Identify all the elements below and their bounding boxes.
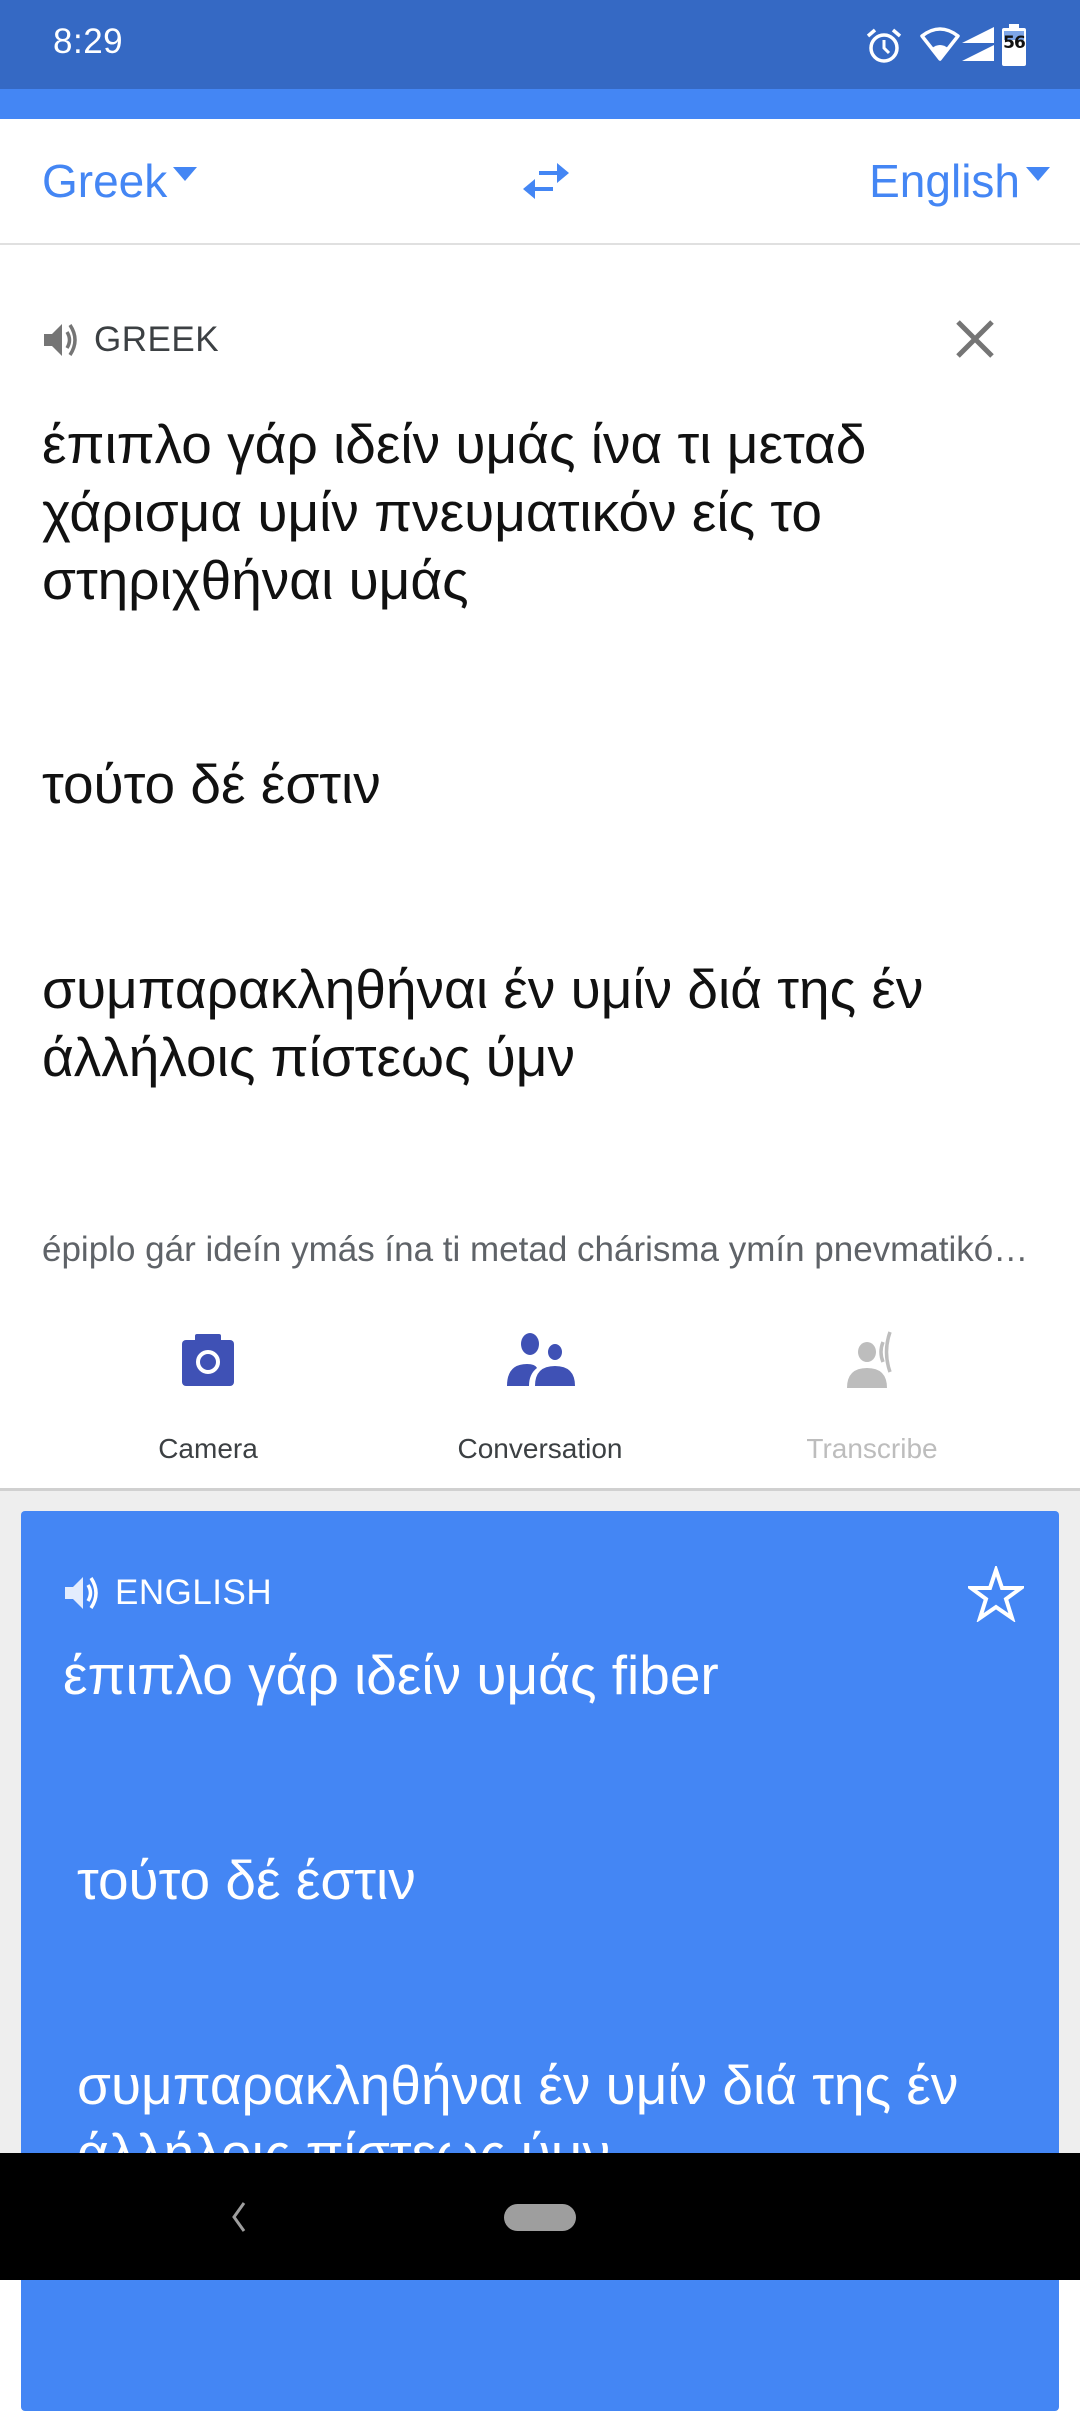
- translation-text-paragraph: τούτο δέ έστιν: [77, 1849, 416, 1911]
- source-text-paragraph[interactable]: έπιπλο γάρ ιδείν υμάς ίνα τι μεταδ χάρισ…: [42, 410, 1042, 614]
- speaker-icon[interactable]: [42, 320, 82, 360]
- home-pill[interactable]: [504, 2204, 576, 2231]
- back-icon[interactable]: [226, 2199, 250, 2235]
- language-bar: Greek English: [0, 119, 1080, 245]
- wifi-icon: [920, 27, 960, 61]
- navigation-bar: [0, 2153, 1080, 2280]
- conversation-icon: [507, 1333, 575, 1386]
- speaker-icon[interactable]: [63, 1573, 103, 1613]
- target-language-label: English: [869, 155, 1020, 207]
- target-language-selector[interactable]: English: [869, 119, 1050, 243]
- dropdown-arrow-icon: [1026, 167, 1050, 181]
- status-clock: 8:29: [53, 22, 124, 61]
- cell-signal-icon: [962, 27, 994, 61]
- swap-languages-button[interactable]: [516, 147, 576, 215]
- transcribe-label: Transcribe: [806, 1433, 938, 1464]
- app-bar: [0, 89, 1080, 119]
- source-header: GREEK: [42, 318, 219, 362]
- star-icon[interactable]: [968, 1566, 1024, 1622]
- camera-icon: [182, 1334, 234, 1386]
- source-language-heading: GREEK: [94, 320, 220, 359]
- source-text-paragraph[interactable]: συμπαρακληθήναι έν υμίν διά της έν άλλήλ…: [42, 955, 1042, 1091]
- alarm-icon: [866, 28, 902, 63]
- dropdown-arrow-icon: [173, 167, 198, 181]
- translation-text-paragraph: έπιπλο γάρ ιδείν υμάς fiber: [63, 1644, 719, 1706]
- source-language-selector[interactable]: Greek: [42, 119, 198, 243]
- transcribe-button[interactable]: Transcribe: [722, 1330, 1022, 1480]
- transliteration-text: épiplo gár ideín ymás ína ti metad chári…: [42, 1230, 1042, 1269]
- camera-label: Camera: [158, 1433, 258, 1464]
- conversation-button[interactable]: Conversation: [390, 1330, 690, 1480]
- camera-button[interactable]: Camera: [58, 1330, 358, 1480]
- battery-level: 56: [1003, 33, 1026, 53]
- source-language-label: Greek: [42, 155, 168, 207]
- source-text-paragraph[interactable]: τούτο δέ έστιν: [42, 750, 1042, 818]
- status-bar: 8:29 56: [0, 0, 1080, 89]
- swap-arrows-icon: [523, 163, 569, 199]
- target-language-heading: ENGLISH: [115, 1573, 273, 1612]
- transcribe-icon: [847, 1331, 892, 1388]
- translation-header: ENGLISH: [63, 1571, 272, 1615]
- conversation-label: Conversation: [457, 1433, 623, 1464]
- clear-input-button[interactable]: [952, 316, 998, 362]
